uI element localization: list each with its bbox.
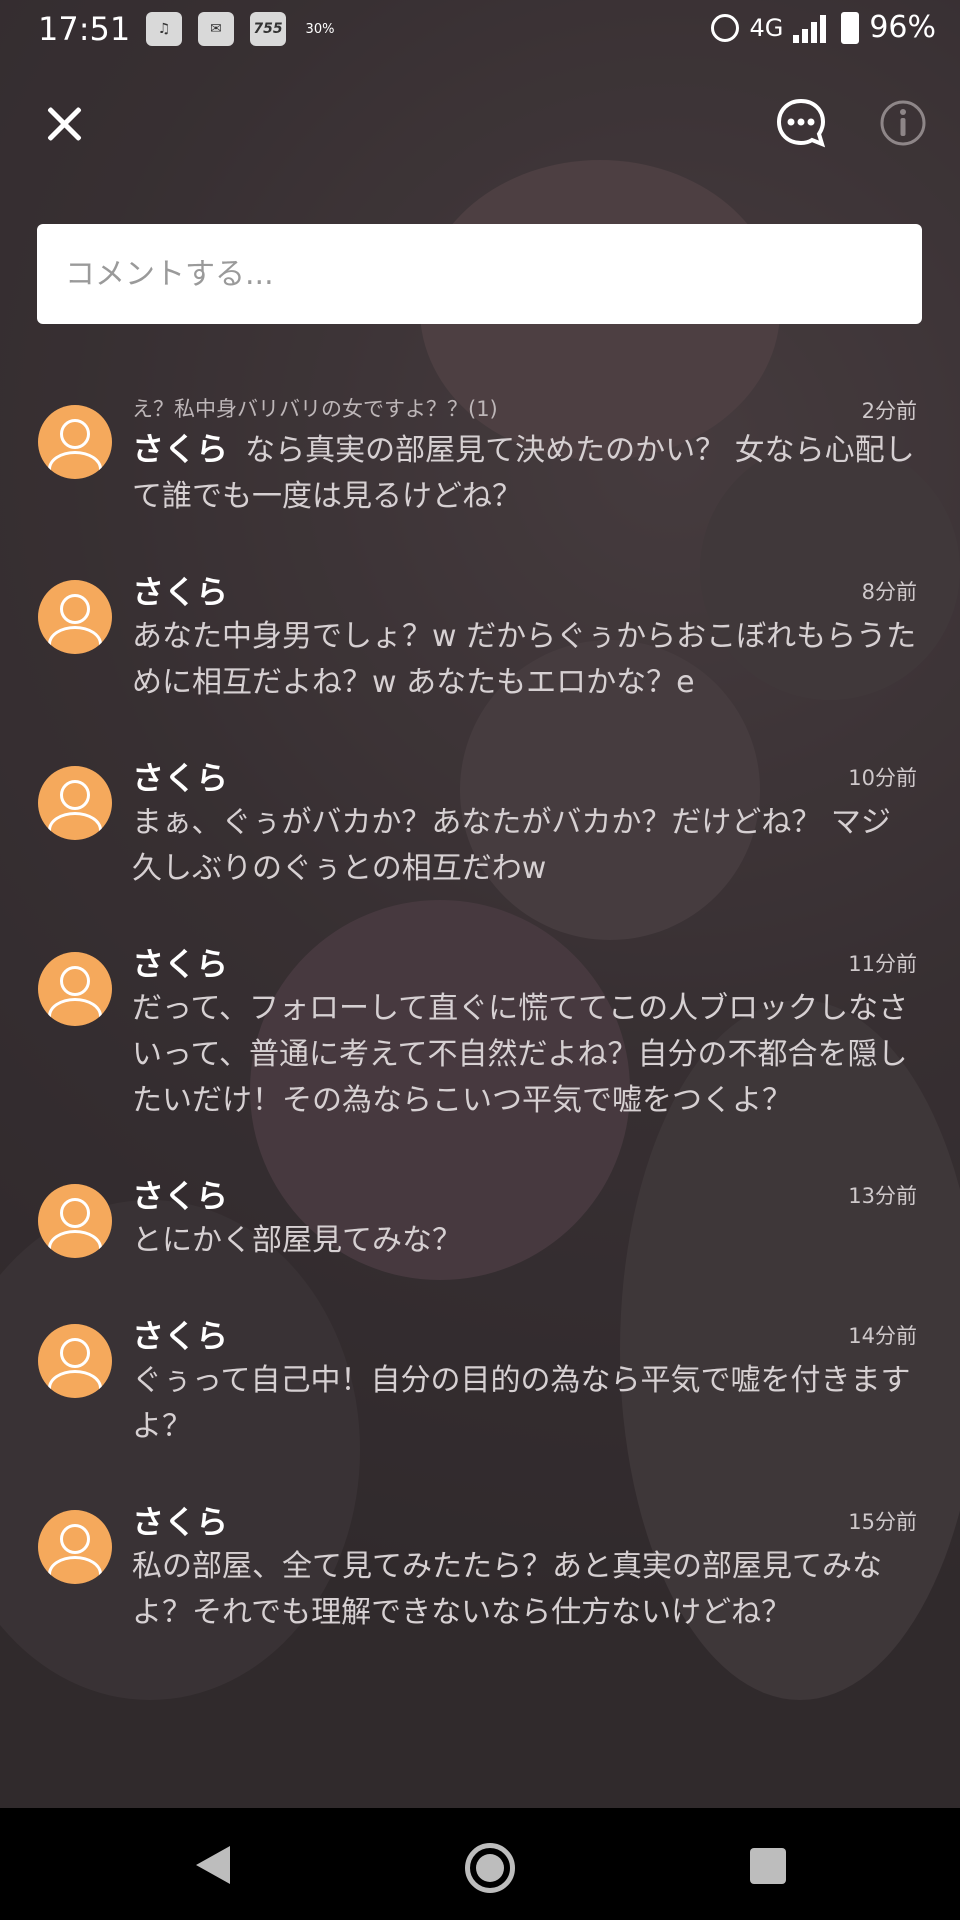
comment-body: さくら 8分前 あなた中身男でしょ？w だからぐぅからおこぼれもらうために相互だ…: [132, 570, 917, 706]
avatar[interactable]: [38, 766, 112, 840]
comment-text: まぁ、ぐぅがバカか？あなたがバカか？だけどね？ マジ久しぶりのぐぅとの相互だわw: [132, 805, 891, 886]
avatar[interactable]: [38, 1184, 112, 1258]
battery-icon: [841, 11, 860, 44]
comment-time: 2分前: [861, 399, 917, 423]
signal-icon: [793, 13, 831, 43]
home-circle-inner: [476, 1854, 504, 1882]
comment-body: さくら 15分前 私の部屋、全て見てみたたら？あと真実の部屋見てみなよ？それでも…: [132, 1500, 917, 1636]
notification-icons: ♫ ✉ 755 30%: [146, 12, 338, 46]
comment-author[interactable]: さくら: [132, 1500, 917, 1544]
cloud-30-icon: 30%: [305, 21, 335, 37]
top-bar: [0, 80, 960, 160]
chat-bubble-icon[interactable]: [776, 98, 826, 148]
comment-body: さくら 14分前 ぐぅって自己中！自分の目的の為なら平気で嘘を付きますよ？: [132, 1314, 917, 1450]
avatar[interactable]: [38, 952, 112, 1026]
reply-reference[interactable]: え？私中身バリバリの女ですよ？？(1): [132, 395, 917, 423]
comment-text: 私の部屋、全て見てみたたら？あと真実の部屋見てみなよ？それでも理解できないなら仕…: [132, 1549, 882, 1630]
comment-body: え？私中身バリバリの女ですよ？？(1) 2分前 さくら なら真実の部屋見て決めた…: [132, 395, 917, 520]
comment-author[interactable]: さくら: [132, 1174, 917, 1218]
comment-time: 8分前: [861, 580, 917, 604]
comment-item: え？私中身バリバリの女ですよ？？(1) 2分前 さくら なら真実の部屋見て決めた…: [0, 395, 960, 520]
close-icon[interactable]: [42, 102, 86, 146]
avatar[interactable]: [38, 405, 112, 479]
comment-item: さくら 10分前 まぁ、ぐぅがバカか？あなたがバカか？だけどね？ マジ久しぶりの…: [0, 756, 960, 892]
info-icon[interactable]: [878, 98, 928, 148]
recents-square-icon[interactable]: [750, 1848, 786, 1884]
comment-list[interactable]: え？私中身バリバリの女ですよ？？(1) 2分前 さくら なら真実の部屋見て決めた…: [0, 395, 960, 1808]
network-type: 4G: [749, 13, 784, 42]
comment-time: 13分前: [848, 1184, 917, 1208]
back-triangle-icon[interactable]: [196, 1846, 230, 1884]
comment-item: さくら 15分前 私の部屋、全て見てみたたら？あと真実の部屋見てみなよ？それでも…: [0, 1500, 960, 1636]
alarm-icon: [711, 13, 740, 42]
comment-author[interactable]: さくら: [132, 430, 228, 468]
comment-body: さくら 10分前 まぁ、ぐぅがバカか？あなたがバカか？だけどね？ マジ久しぶりの…: [132, 756, 917, 892]
comment-author[interactable]: さくら: [132, 570, 917, 614]
comment-item: さくら 8分前 あなた中身男でしょ？w だからぐぅからおこぼれもらうために相互だ…: [0, 570, 960, 706]
mail-icon: ✉: [198, 12, 234, 46]
comment-text: ぐぅって自己中！自分の目的の為なら平気で嘘を付きますよ？: [132, 1363, 911, 1444]
comment-author[interactable]: さくら: [132, 942, 917, 986]
comment-author[interactable]: さくら: [132, 756, 917, 800]
comment-time: 11分前: [848, 952, 917, 976]
comment-time: 10分前: [848, 766, 917, 790]
comment-author[interactable]: さくら: [132, 1314, 917, 1358]
comment-body: さくら 11分前 だって、フォローして直ぐに慌ててこの人ブロックしなさいって、普…: [132, 942, 917, 1124]
avatar[interactable]: [38, 1324, 112, 1398]
battery-level: 96%: [869, 10, 936, 45]
comment-body: さくら 13分前 とにかく部屋見てみな？: [132, 1174, 917, 1264]
comment-item: さくら 13分前 とにかく部屋見てみな？: [0, 1174, 960, 1264]
comment-text: あなた中身男でしょ？w だからぐぅからおこぼれもらうために相互だよね？w あなた…: [132, 619, 917, 700]
comment-text: とにかく部屋見てみな？: [132, 1223, 462, 1258]
comment-input[interactable]: [37, 224, 922, 324]
comment-time: 14分前: [848, 1324, 917, 1348]
comment-item: さくら 11分前 だって、フォローして直ぐに慌ててこの人ブロックしなさいって、普…: [0, 942, 960, 1124]
comment-text: なら真実の部屋見て決めたのかい？ 女なら心配して誰でも一度は見るけどね？: [132, 433, 915, 514]
comment-time: 15分前: [848, 1510, 917, 1534]
app-icon-755: 755: [250, 12, 286, 46]
system-nav-bar: [0, 1808, 960, 1920]
headset-icon: ♫: [146, 12, 182, 46]
status-time: 17:51: [38, 10, 131, 48]
avatar[interactable]: [38, 1510, 112, 1584]
avatar[interactable]: [38, 580, 112, 654]
comment-item: さくら 14分前 ぐぅって自己中！自分の目的の為なら平気で嘘を付きますよ？: [0, 1314, 960, 1450]
comment-text: だって、フォローして直ぐに慌ててこの人ブロックしなさいって、普通に考えて不自然だ…: [132, 991, 909, 1118]
status-bar: 17:51 ♫ ✉ 755 30% 4G 96%: [0, 0, 960, 60]
status-right-group: 4G 96%: [711, 10, 936, 45]
